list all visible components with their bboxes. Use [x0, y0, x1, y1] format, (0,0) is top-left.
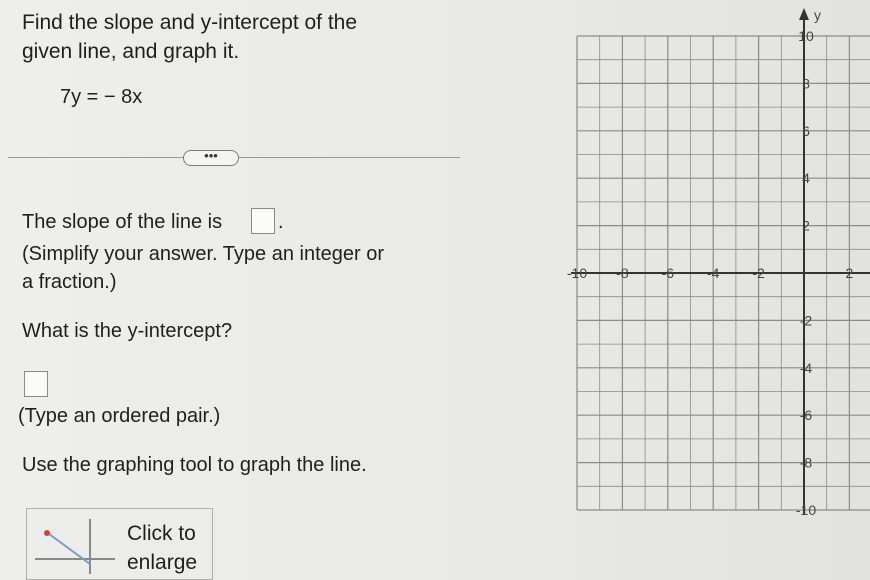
equation: 7y = − 8x: [60, 86, 143, 108]
x-tick-label: 2: [846, 265, 854, 281]
y-tick-label: 2: [802, 218, 810, 234]
y-tick-label: -4: [800, 360, 813, 376]
y-tick-label: 4: [802, 170, 810, 186]
intercept-answer-input[interactable]: [24, 371, 48, 397]
x-tick-label: -8: [616, 265, 629, 281]
more-button[interactable]: •••: [183, 149, 239, 166]
graph-thumbnail-icon: [35, 519, 115, 574]
y-tick-label: 6: [802, 123, 810, 139]
enlarge-label: Click to enlarge: [127, 519, 197, 577]
x-tick-label: -10: [567, 265, 587, 281]
intercept-hint: (Type an ordered pair.): [18, 405, 221, 427]
enlarge-label-line2: enlarge: [127, 551, 198, 574]
slope-prompt-period: .: [278, 211, 284, 233]
y-tick-label: -2: [800, 312, 813, 328]
x-tick-label: -6: [662, 265, 675, 281]
enlarge-label-line1: Click to: [127, 522, 196, 545]
enlarge-graph-button[interactable]: Click to enlarge: [26, 508, 213, 580]
y-tick-label: 10: [798, 28, 814, 44]
y-tick-label: 8: [802, 75, 810, 91]
y-tick-label: -10: [796, 502, 816, 518]
graphing-area[interactable]: y -10 -8 -6 -4 -2 2 10 8 6 4 2 -2 -4 -6 -8 -10: [560, 0, 870, 571]
y-tick-label: -6: [800, 407, 813, 423]
slope-answer-input[interactable]: [251, 208, 275, 234]
intercept-prompt: What is the y-intercept?: [22, 320, 233, 342]
x-tick-label: -4: [707, 265, 720, 281]
question-title: Find the slope and y-intercept of the gi…: [22, 11, 358, 63]
slope-hint-line2: a fraction.): [22, 271, 117, 293]
slope-prompt: The slope of the line is: [22, 211, 223, 233]
x-tick-label: -2: [752, 265, 765, 281]
slope-hint-line1: (Simplify your answer. Type an integer o…: [22, 243, 385, 265]
y-tick-label: -8: [800, 455, 813, 471]
y-axis-label: y: [814, 7, 821, 23]
graph-instruction: Use the graphing tool to graph the line.: [22, 454, 367, 476]
y-axis-arrow-icon: [799, 8, 809, 20]
